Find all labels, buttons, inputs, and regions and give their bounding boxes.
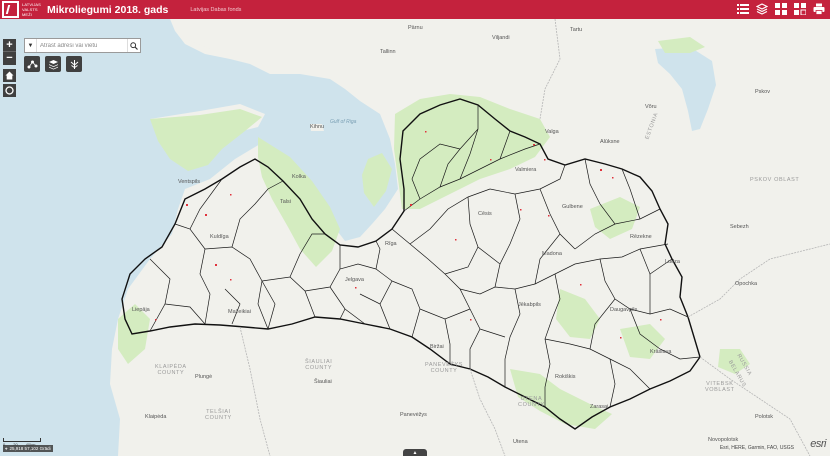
search-input[interactable] bbox=[37, 39, 127, 52]
header-tools bbox=[736, 2, 826, 16]
home-button[interactable] bbox=[3, 69, 16, 82]
app-title: Mikroliegumi 2018. gads bbox=[46, 3, 169, 16]
legend-button[interactable] bbox=[66, 56, 82, 72]
app-logo bbox=[2, 1, 19, 18]
share-icon[interactable] bbox=[793, 2, 807, 16]
basemap bbox=[0, 19, 830, 456]
zoom-out-button[interactable]: − bbox=[3, 52, 16, 65]
zoom-in-button[interactable]: + bbox=[3, 39, 16, 52]
search-box: ▼ bbox=[24, 38, 141, 53]
layer-list-button[interactable] bbox=[45, 56, 61, 72]
panel-toggle-button[interactable]: ▲ bbox=[403, 449, 427, 456]
map-attribution: Esri, HERE, Garmin, FAO, USGS bbox=[719, 445, 794, 451]
legend-icon bbox=[70, 59, 78, 69]
layers-icon[interactable] bbox=[755, 2, 769, 16]
app-subtitle: Latvijas Dabas fonds bbox=[190, 6, 242, 13]
app: LATVIJAS VALSTS MEŽI Mikroliegumi 2018. … bbox=[0, 0, 830, 456]
print-icon[interactable] bbox=[812, 2, 826, 16]
map-view[interactable]: Gulf of Riga Pärnu Viljandi Tartu Pskov … bbox=[0, 19, 830, 456]
search-icon bbox=[130, 41, 138, 50]
chevron-up-icon: ▲ bbox=[412, 449, 418, 456]
list-icon[interactable] bbox=[736, 2, 750, 16]
search-source-dropdown[interactable]: ▼ bbox=[25, 39, 37, 52]
esri-logo: esri bbox=[810, 438, 826, 450]
locate-button[interactable] bbox=[3, 84, 16, 97]
coordinate-readout[interactable]: ⌖ 25,918 57,102 Grādi bbox=[3, 445, 53, 452]
measure-button[interactable] bbox=[24, 56, 40, 72]
home-icon bbox=[5, 71, 14, 80]
measure-icon bbox=[27, 60, 37, 68]
app-header: LATVIJAS VALSTS MEŽI Mikroliegumi 2018. … bbox=[0, 0, 830, 19]
logo-line-3: MEŽI bbox=[22, 12, 32, 17]
coordinate-text: 25,918 57,102 Grādi bbox=[9, 446, 51, 451]
crosshair-icon: ⌖ bbox=[5, 446, 8, 451]
search-button[interactable] bbox=[127, 39, 140, 52]
layer-list-icon bbox=[48, 59, 58, 69]
logo-text: LATVIJAS VALSTS MEŽI bbox=[22, 2, 41, 17]
basemap-gallery-icon[interactable] bbox=[774, 2, 788, 16]
locate-icon bbox=[5, 86, 14, 95]
